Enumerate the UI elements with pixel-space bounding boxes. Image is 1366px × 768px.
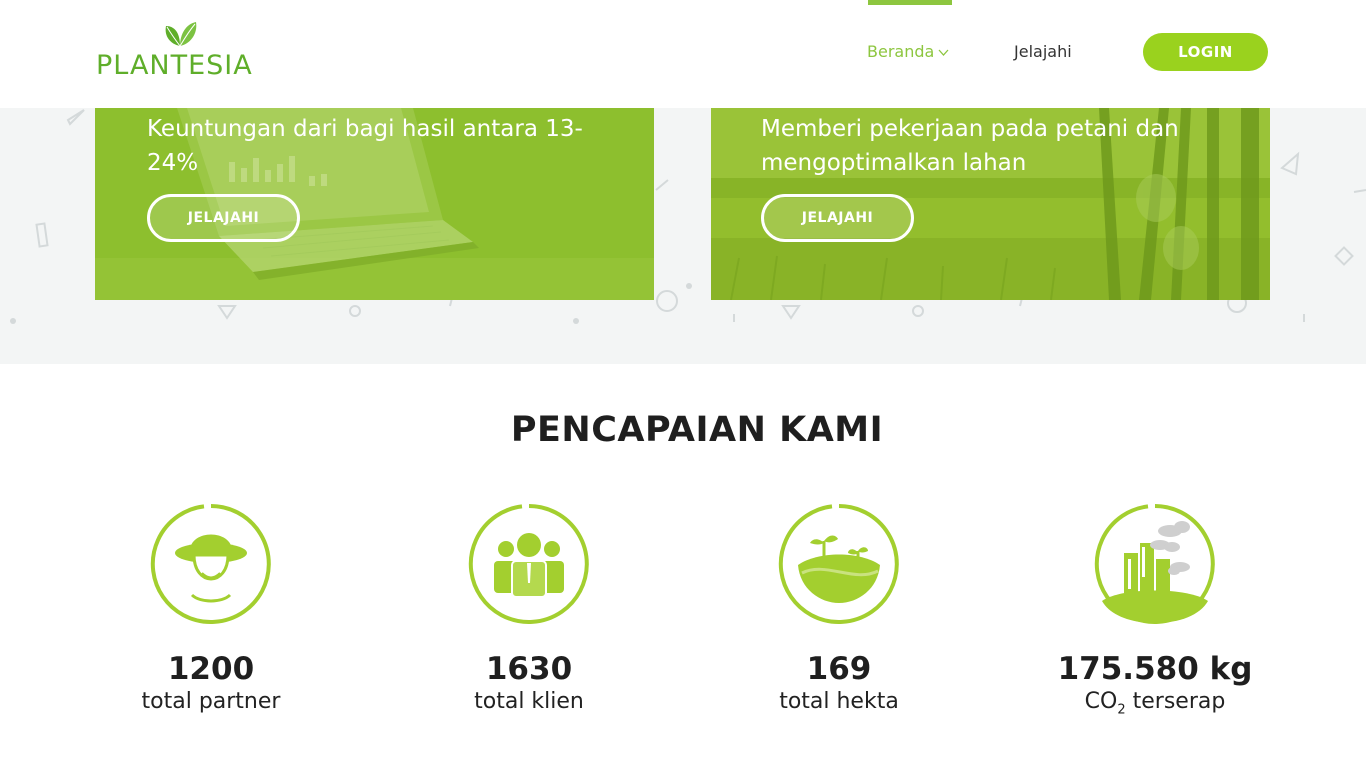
hero-band: Keuntungan dari bagi hasil antara 13-24%… [0, 108, 1366, 364]
leaf-icon [165, 22, 197, 47]
jelajahi-button[interactable]: JELAJAHI [761, 194, 914, 242]
clients-icon [468, 504, 589, 624]
co2-suffix: terserap [1125, 689, 1226, 714]
card-description: Memberi pekerjaan pada petani dan mengop… [761, 116, 1179, 176]
stat-value: 1200 [167, 651, 255, 687]
jelajahi-button[interactable]: JELAJAHI [147, 194, 300, 242]
stat-partner: 1200 total partner [81, 503, 341, 717]
stat-klien: 1630 total klien [399, 503, 659, 717]
stat-value: 1630 [485, 651, 573, 687]
stat-value: 175.580 kg [1057, 651, 1253, 687]
login-button[interactable]: LOGIN [1143, 33, 1268, 71]
stat-value: 169 [806, 651, 872, 687]
stat-label: total partner [141, 689, 281, 714]
achievements-title: PENCAPAIAN KAMI [510, 410, 884, 450]
site-header: PLANTESIA Beranda Jelajahi LOGIN [0, 0, 1366, 108]
chevron-down-icon [938, 49, 949, 56]
nav-item-jelajahi[interactable]: Jelajahi [1014, 42, 1072, 61]
plantesia-logo[interactable]: PLANTESIA [96, 18, 266, 81]
logo-wordmark: PLANTESIA [96, 50, 253, 81]
feature-card-profit: Keuntungan dari bagi hasil antara 13-24%… [95, 108, 654, 300]
co2-subscript: 2 [1117, 702, 1126, 718]
nav-item-label: Beranda [867, 42, 935, 61]
co2-prefix: CO [1084, 689, 1118, 714]
farmer-icon [150, 504, 271, 624]
stat-label: total hekta [779, 689, 899, 714]
card-description: Keuntungan dari bagi hasil antara 13-24% [147, 116, 583, 176]
co2-factory-icon [1094, 504, 1215, 624]
active-nav-indicator [868, 0, 952, 5]
nav-item-beranda[interactable]: Beranda [867, 42, 949, 61]
land-sprout-icon [778, 504, 899, 624]
stat-label: CO2 terserap [1025, 687, 1285, 725]
stat-hekta: 169 total hekta [709, 503, 969, 717]
stat-co2: 175.580 kg CO2 terserap [1025, 503, 1285, 725]
feature-card-farmers: Memberi pekerjaan pada petani dan mengop… [711, 108, 1270, 300]
stat-label: total klien [474, 689, 584, 714]
